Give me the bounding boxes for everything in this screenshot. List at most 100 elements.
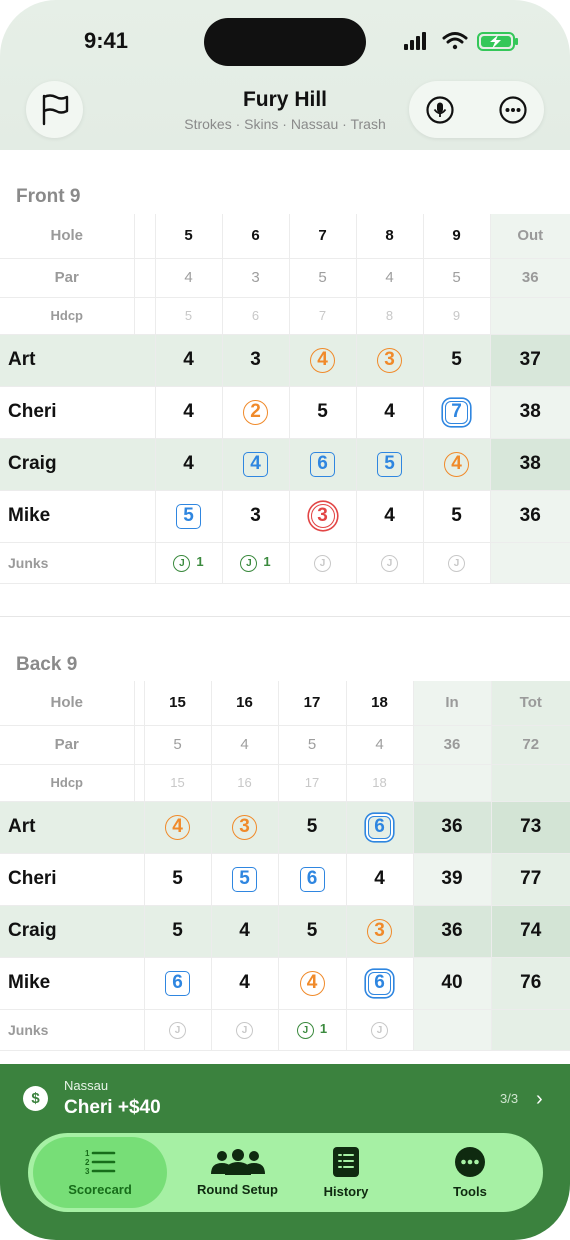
player-row-mike[interactable]: Mike 6 4 4 6 40 76 xyxy=(0,957,570,1010)
score-cell[interactable]: 3 xyxy=(356,334,424,387)
score-cell[interactable]: 6 xyxy=(289,438,357,491)
score-cell[interactable]: 4 xyxy=(356,386,424,439)
player-row-cheri[interactable]: Cheri 5 5 6 4 39 77 xyxy=(0,853,570,906)
junk-cell[interactable]: J xyxy=(356,542,424,584)
junk-icon: J xyxy=(371,1022,388,1039)
par-value: 4 xyxy=(346,725,414,765)
player-row-craig[interactable]: Craig 4 4 6 5 4 38 xyxy=(0,438,570,491)
junk-cell[interactable]: J1 xyxy=(222,542,290,584)
hole-number: 17 xyxy=(278,681,347,726)
score-cell[interactable]: 6 xyxy=(346,801,414,854)
out-total: 36 xyxy=(490,490,570,543)
score-cell[interactable]: 4 xyxy=(356,490,424,543)
tab-history[interactable]: History xyxy=(310,1137,382,1208)
score-cell[interactable]: 4 xyxy=(423,438,491,491)
score-cell[interactable]: 5 xyxy=(278,801,347,854)
score-cell[interactable]: 3 xyxy=(222,334,290,387)
junk-cell[interactable]: J xyxy=(423,542,491,584)
score-cell[interactable]: 4 xyxy=(289,334,357,387)
svg-text:3: 3 xyxy=(85,1167,90,1176)
score-cell[interactable]: 4 xyxy=(346,853,414,906)
score-cell[interactable]: 5 xyxy=(144,853,212,906)
player-row-art[interactable]: Art 4 3 4 3 5 37 xyxy=(0,334,570,387)
junk-cell[interactable]: J1 xyxy=(155,542,223,584)
score-cell[interactable]: 4 xyxy=(144,801,212,854)
back-nine-title: Back 9 xyxy=(16,654,78,675)
ellipsis-icon[interactable] xyxy=(498,95,528,125)
hdcp-label: Hdcp xyxy=(0,297,135,335)
svg-text:1: 1 xyxy=(85,1149,90,1158)
junks-label: Junks xyxy=(0,1009,145,1051)
player-name: Mike xyxy=(0,957,145,1010)
birdie-marker: 2 xyxy=(243,399,268,425)
junk-cell[interactable]: J xyxy=(144,1009,212,1051)
hole-number: 18 xyxy=(346,681,414,726)
junk-icon: J xyxy=(240,555,258,572)
score-cell[interactable]: 4 xyxy=(211,905,279,958)
score-cell[interactable]: 4 xyxy=(211,957,279,1010)
hdcp-value: 9 xyxy=(423,297,491,335)
par-value: 5 xyxy=(144,725,212,765)
hdcp-value: 15 xyxy=(144,764,212,802)
par-value: 3 xyxy=(222,258,290,298)
tab-scorecard[interactable]: 123 Scorecard xyxy=(33,1137,167,1208)
player-name: Cheri xyxy=(0,853,145,906)
junks-row: Junks J1 J1 J J J xyxy=(0,542,570,584)
out-total: 38 xyxy=(490,386,570,439)
score-cell[interactable]: 5 xyxy=(211,853,279,906)
eagle-marker: 3 xyxy=(310,504,335,528)
score-cell[interactable]: 3 xyxy=(211,801,279,854)
score-cell[interactable]: 5 xyxy=(423,490,491,543)
junk-icon: J xyxy=(169,1022,186,1039)
junk-icon: J xyxy=(314,555,331,572)
score-cell[interactable]: 5 xyxy=(356,438,424,491)
notebook-icon xyxy=(333,1147,359,1177)
score-cell[interactable]: 5 xyxy=(278,905,347,958)
junk-cell[interactable]: J xyxy=(211,1009,279,1051)
tab-label: Scorecard xyxy=(68,1182,132,1197)
score-cell[interactable]: 3 xyxy=(222,490,290,543)
score-cell[interactable]: 4 xyxy=(155,438,223,491)
signal-icon xyxy=(404,32,426,50)
score-cell[interactable]: 5 xyxy=(144,905,212,958)
tab-round-setup[interactable]: Round Setup xyxy=(170,1137,305,1208)
score-cell[interactable]: 6 xyxy=(278,853,347,906)
player-row-craig[interactable]: Craig 5 4 5 3 36 74 xyxy=(0,905,570,958)
bogey-marker: 4 xyxy=(243,451,268,477)
junk-cell[interactable]: J xyxy=(346,1009,414,1051)
out-total: 37 xyxy=(490,334,570,387)
score-cell[interactable]: 6 xyxy=(144,957,212,1010)
score-cell[interactable]: 5 xyxy=(155,490,223,543)
score-cell[interactable]: 4 xyxy=(278,957,347,1010)
hdcp-value: 6 xyxy=(222,297,290,335)
hdcp-label: Hdcp xyxy=(0,764,135,802)
bogey-marker: 6 xyxy=(310,451,335,477)
hole-row: Hole 5 6 7 8 9 Out xyxy=(0,214,570,259)
microphone-icon[interactable] xyxy=(425,95,455,125)
par-value: 4 xyxy=(155,258,223,298)
player-row-mike[interactable]: Mike 5 3 3 4 5 36 xyxy=(0,490,570,543)
par-grand-total: 72 xyxy=(491,725,570,765)
score-cell[interactable]: 6 xyxy=(346,957,414,1010)
score-cell[interactable]: 7 xyxy=(423,386,491,439)
score-cell[interactable]: 4 xyxy=(155,386,223,439)
score-cell[interactable]: 2 xyxy=(222,386,290,439)
junk-cell[interactable]: J xyxy=(289,542,357,584)
player-row-art[interactable]: Art 4 3 5 6 36 73 xyxy=(0,801,570,854)
double-bogey-marker: 6 xyxy=(368,815,391,839)
player-row-cheri[interactable]: Cheri 4 2 5 4 7 38 xyxy=(0,386,570,439)
score-cell[interactable]: 5 xyxy=(289,386,357,439)
out-total: 38 xyxy=(490,438,570,491)
score-cell[interactable]: 3 xyxy=(289,490,357,543)
hole-label: Hole xyxy=(0,214,135,259)
junk-cell[interactable]: J1 xyxy=(278,1009,347,1051)
hdcp-row: Hdcp 15 16 17 18 xyxy=(0,764,570,802)
chevron-right-icon[interactable]: › xyxy=(536,1088,543,1111)
score-cell[interactable]: 3 xyxy=(346,905,414,958)
score-cell[interactable]: 4 xyxy=(222,438,290,491)
player-name: Cheri xyxy=(0,386,156,439)
tab-tools[interactable]: Tools xyxy=(434,1137,506,1208)
score-cell[interactable]: 4 xyxy=(155,334,223,387)
score-cell[interactable]: 5 xyxy=(423,334,491,387)
ellipsis-circle-icon xyxy=(455,1147,485,1177)
